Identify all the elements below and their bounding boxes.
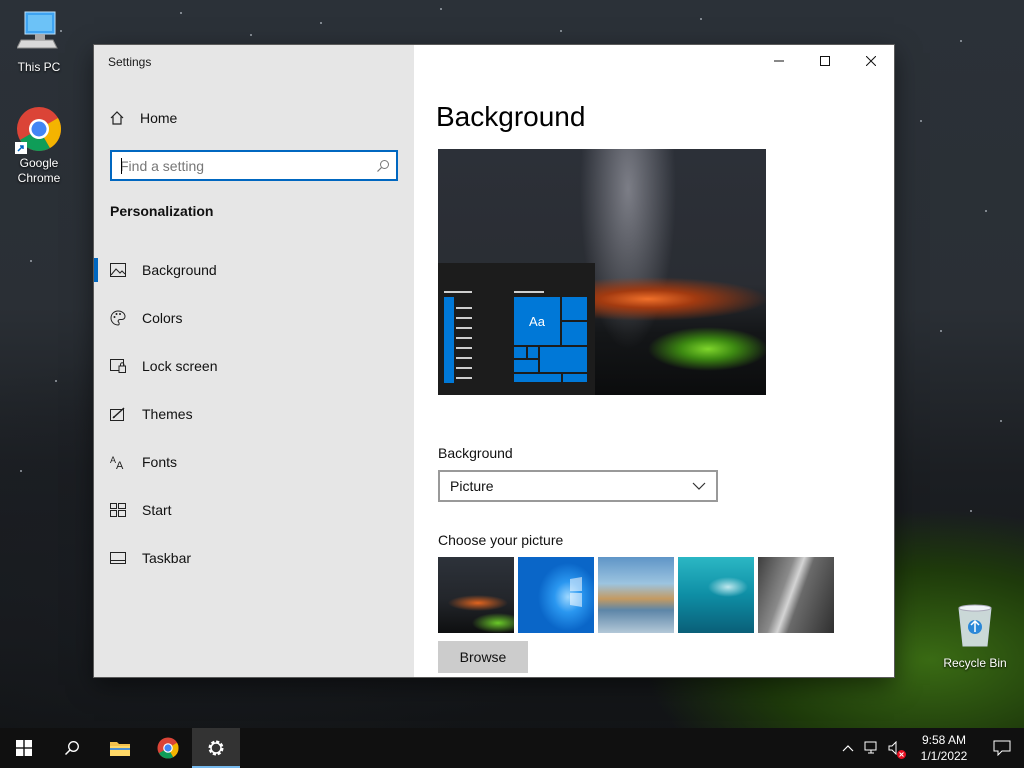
home-icon	[94, 110, 140, 126]
minimize-button[interactable]	[756, 45, 802, 77]
recycle-bin-label: Recycle Bin	[943, 656, 1007, 670]
section-heading: Personalization	[110, 203, 214, 219]
error-badge-icon	[897, 750, 906, 759]
background-preview: Aa	[438, 149, 766, 395]
network-icon	[864, 741, 877, 754]
notification-icon	[993, 740, 1011, 756]
nav-item-background[interactable]: Background	[94, 246, 414, 294]
picture-thumbnail-rock[interactable]	[758, 557, 834, 633]
network-button[interactable]	[860, 728, 884, 768]
volume-button[interactable]	[884, 728, 908, 768]
shortcut-arrow-icon	[15, 142, 27, 154]
windows-logo-icon	[570, 577, 582, 607]
nav-home[interactable]: Home	[94, 103, 414, 133]
preview-tile-text: Aa	[529, 313, 545, 329]
picture-thumbnail-beach[interactable]	[598, 557, 674, 633]
lock-screen-icon	[94, 359, 142, 373]
picture-icon	[94, 263, 142, 277]
action-center-button[interactable]	[980, 728, 1024, 768]
search-box[interactable]	[110, 150, 398, 181]
start-button[interactable]	[0, 728, 48, 768]
taskbar: 9:58 AM 1/1/2022	[0, 728, 1024, 768]
picture-thumbnails	[438, 557, 834, 633]
search-icon	[370, 159, 396, 173]
picture-thumbnail-underwater[interactable]	[678, 557, 754, 633]
nav-item-fonts[interactable]: AA Fonts	[94, 438, 414, 486]
nav-item-label: Fonts	[142, 454, 178, 470]
window-title: Settings	[108, 55, 152, 69]
nav-item-colors[interactable]: Colors	[94, 294, 414, 342]
nav-item-label: Start	[142, 502, 172, 518]
background-type-label: Background	[438, 445, 513, 461]
palette-icon	[94, 310, 142, 326]
preview-start-rail	[444, 297, 454, 383]
settings-taskbar-button[interactable]	[192, 728, 240, 768]
nav-list: Background Colors Lock screen Themes A A…	[94, 246, 414, 582]
chrome-icon	[157, 737, 179, 759]
choose-picture-label: Choose your picture	[438, 532, 564, 548]
settings-content: Background Aa Background Picture Choose …	[414, 45, 894, 677]
show-hidden-icons-button[interactable]	[836, 728, 860, 768]
page-title: Background	[436, 101, 586, 132]
nav-item-taskbar[interactable]: Taskbar	[94, 534, 414, 582]
nav-item-label: Taskbar	[142, 550, 192, 566]
clock-time: 9:58 AM	[921, 733, 967, 747]
clock-date: 1/1/2022	[920, 749, 968, 763]
gear-icon	[208, 740, 224, 756]
chrome-icon	[15, 106, 62, 154]
close-icon	[866, 56, 876, 66]
maximize-button[interactable]	[802, 45, 848, 77]
this-pc-desktop-icon[interactable]: This PC	[1, 10, 77, 75]
nav-home-label: Home	[140, 110, 178, 126]
clock[interactable]: 9:58 AM 1/1/2022	[908, 732, 980, 764]
picture-thumbnail-night-tent[interactable]	[438, 557, 514, 633]
preview-tile-large: Aa	[513, 296, 561, 346]
nav-item-themes[interactable]: Themes	[94, 390, 414, 438]
background-type-dropdown[interactable]: Picture	[438, 470, 718, 502]
window-controls	[756, 45, 894, 77]
file-explorer-button[interactable]	[96, 728, 144, 768]
minimize-icon	[774, 60, 784, 62]
settings-sidebar: Settings Home Personalization Background	[94, 45, 414, 677]
nav-item-label: Colors	[142, 310, 183, 326]
background-type-value: Picture	[450, 478, 494, 494]
svg-text:A: A	[116, 460, 124, 470]
search-icon	[64, 741, 79, 756]
chevron-up-icon	[842, 745, 854, 752]
search-input[interactable]	[112, 152, 370, 179]
computer-icon	[1, 10, 77, 56]
system-tray: 9:58 AM 1/1/2022	[836, 728, 1024, 768]
fonts-icon: AA	[94, 454, 142, 470]
nav-item-start[interactable]: Start	[94, 486, 414, 534]
taskbar-search-button[interactable]	[48, 728, 96, 768]
nav-item-label: Background	[142, 262, 217, 278]
settings-window: Settings Home Personalization Background	[94, 45, 894, 677]
chrome-taskbar-button[interactable]	[144, 728, 192, 768]
start-icon	[94, 503, 142, 517]
windows-start-icon	[16, 740, 32, 756]
folder-icon	[110, 742, 130, 756]
themes-icon	[94, 407, 142, 421]
browse-button[interactable]: Browse	[438, 641, 528, 673]
google-chrome-desktop-icon[interactable]: Google Chrome	[1, 106, 77, 186]
maximize-icon	[820, 56, 830, 66]
nav-item-label: Themes	[142, 406, 193, 422]
google-chrome-label: Google Chrome	[17, 156, 61, 185]
close-button[interactable]	[848, 45, 894, 77]
nav-item-lock-screen[interactable]: Lock screen	[94, 342, 414, 390]
taskbar-icon	[94, 552, 142, 564]
text-caret	[121, 158, 122, 174]
picture-thumbnail-windows-blue[interactable]	[518, 557, 594, 633]
this-pc-label: This PC	[17, 60, 61, 74]
chevron-down-icon	[692, 482, 706, 490]
nav-item-label: Lock screen	[142, 358, 218, 374]
recycle-bin-icon	[937, 602, 1013, 652]
recycle-bin-desktop-icon[interactable]: Recycle Bin	[937, 602, 1013, 671]
preview-start-menu: Aa	[438, 263, 595, 395]
